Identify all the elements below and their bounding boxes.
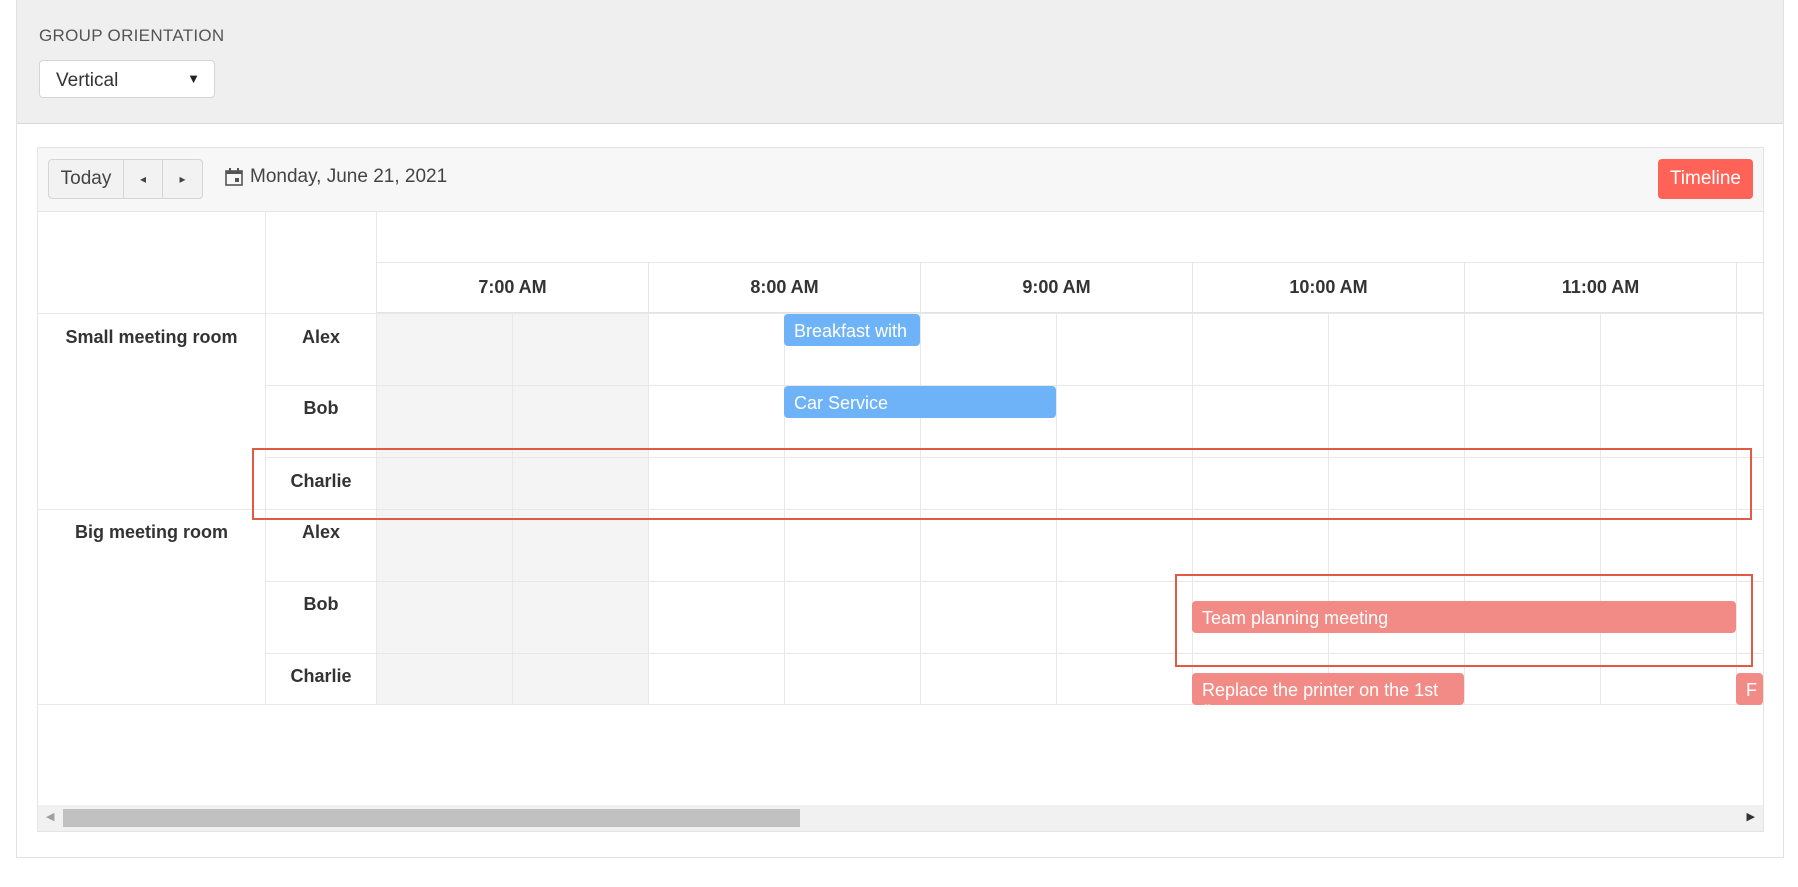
- time-header-cell: 11:00 AM: [1464, 262, 1736, 313]
- scheduler: Today ◂ ▸ Monday, June 21, 2021 Timeline: [37, 147, 1764, 832]
- demo-container: GROUP ORIENTATION Vertical ▼ Today ◂ ▸ M: [16, 0, 1784, 858]
- timeline-view-button[interactable]: Timeline: [1657, 159, 1753, 199]
- event-car-service[interactable]: Car Service: [784, 386, 1056, 418]
- resource-bob: Bob: [303, 398, 339, 418]
- row-divider: [265, 457, 1763, 458]
- resource-bob: Bob: [303, 594, 339, 614]
- row-divider: [265, 581, 1763, 582]
- group-orientation-label: GROUP ORIENTATION: [39, 26, 225, 45]
- time-header-cell: 10:00 AM: [1192, 262, 1464, 313]
- row-divider: [38, 704, 1763, 705]
- resource-alex: Alex: [301, 327, 341, 347]
- scroll-right-icon[interactable]: ▶: [1747, 810, 1755, 823]
- configurator-panel: GROUP ORIENTATION Vertical ▼: [17, 0, 1783, 124]
- group-orientation-dropdown[interactable]: Vertical ▼: [39, 60, 215, 98]
- time-header-cell: 8:00 AM: [648, 262, 920, 313]
- navigation-buttons: Today ◂ ▸: [48, 159, 203, 199]
- time-header-cell: [1736, 262, 1763, 313]
- caret-down-icon: ▼: [187, 71, 200, 86]
- prev-arrow-icon[interactable]: ◂: [124, 160, 163, 198]
- time-header-cell: 7:00 AM: [376, 262, 648, 313]
- date-picker[interactable]: Monday, June 21, 2021: [224, 166, 447, 188]
- horizontal-scrollbar[interactable]: ◀ ▶: [38, 805, 1763, 831]
- resource-charlie: Charlie: [290, 471, 352, 491]
- group-small-meeting-room: Small meeting room: [65, 327, 238, 347]
- timeline-grid: 7:00 AM 8:00 AM 9:00 AM 10:00 AM 11:00 A…: [38, 211, 1763, 831]
- today-button[interactable]: Today: [49, 160, 124, 198]
- calendar-icon: [225, 168, 243, 186]
- next-arrow-icon[interactable]: ▸: [163, 160, 202, 198]
- time-header-cell: 9:00 AM: [920, 262, 1192, 313]
- scheduler-toolbar: Today ◂ ▸ Monday, June 21, 2021 Timeline: [38, 148, 1763, 212]
- scroll-left-icon[interactable]: ◀: [46, 810, 54, 823]
- resource-charlie: Charlie: [290, 666, 352, 686]
- event-replace-printer[interactable]: Replace the printer on the 1st floor: [1192, 673, 1464, 705]
- row-divider: [265, 653, 1763, 654]
- event-breakfast-with-tom[interactable]: Breakfast with Tom: [784, 314, 920, 346]
- group-big-meeting-room: Big meeting room: [74, 522, 228, 542]
- dropdown-value: Vertical: [56, 70, 119, 91]
- row-divider: [38, 509, 1763, 510]
- scrollbar-thumb[interactable]: [63, 809, 800, 827]
- event-team-planning-meeting[interactable]: Team planning meeting: [1192, 601, 1736, 633]
- current-date: Monday, June 21, 2021: [250, 166, 448, 187]
- event-partial[interactable]: F: [1736, 673, 1763, 705]
- resource-alex: Alex: [301, 522, 341, 542]
